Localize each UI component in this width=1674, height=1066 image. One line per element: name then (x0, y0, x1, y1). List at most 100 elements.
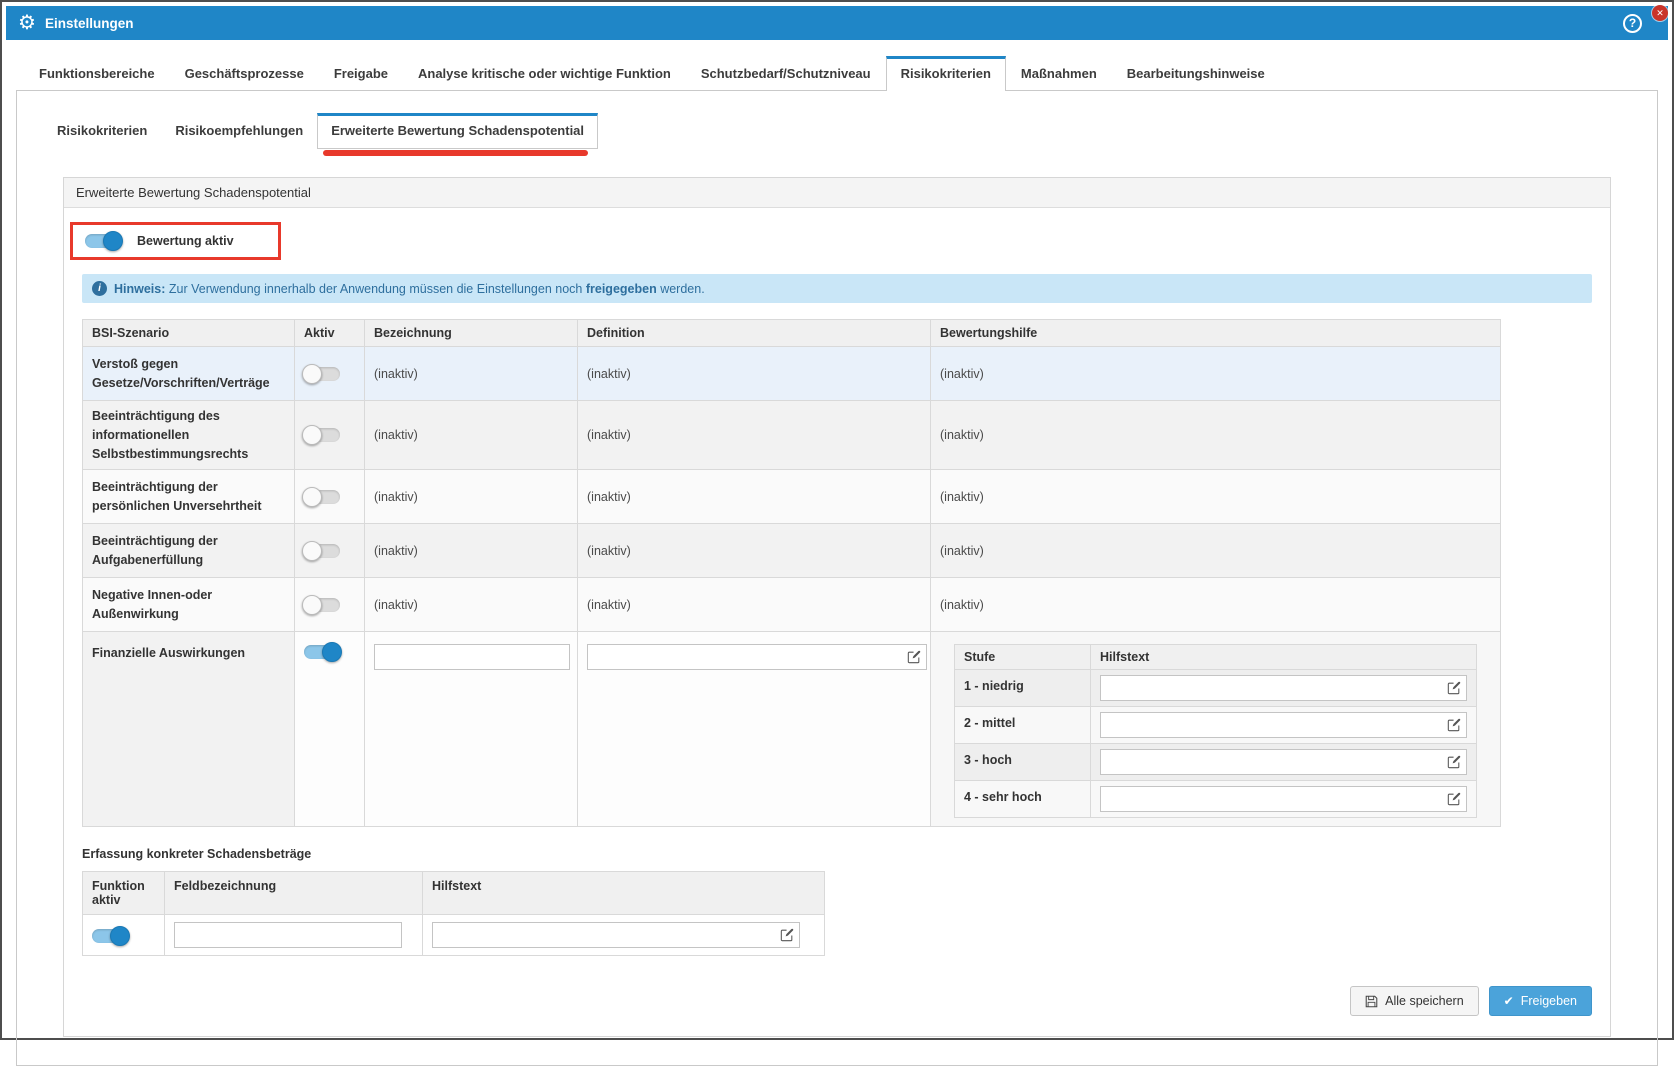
toggle-knob (322, 642, 342, 662)
levels-header: Stufe Hilfstext (955, 645, 1477, 670)
bezeichnung-cell: (inaktiv) (365, 347, 578, 401)
bezeichnung-cell: (inaktiv) (365, 578, 578, 632)
save-icon (1365, 995, 1378, 1008)
edit-icon[interactable] (1447, 792, 1461, 806)
definition-cell: (inaktiv) (578, 470, 931, 524)
edit-icon[interactable] (907, 650, 921, 664)
level-row-sehr-hoch: 4 - sehr hoch (955, 781, 1477, 818)
definition-cell: (inaktiv) (578, 524, 931, 578)
save-all-button[interactable]: Alle speichern (1350, 986, 1479, 1016)
bewertungshilfe-cell: (inaktiv) (931, 470, 1501, 524)
subtab-label: Erweiterte Bewertung Schadenspotential (331, 123, 584, 138)
scenario-row-verstoss: Verstoß gegen Gesetze/Vorschriften/Vertr… (83, 347, 1501, 401)
hilfstext-input[interactable] (432, 922, 800, 948)
damage-active-toggle[interactable] (92, 929, 128, 943)
tab-analyse-kritische-funktion[interactable]: Analyse kritische oder wichtige Funktion (403, 56, 686, 91)
level-hilfstext-input-2[interactable] (1100, 712, 1467, 738)
level-label: 1 - niedrig (955, 670, 1091, 707)
level-hilfstext-input-4[interactable] (1100, 786, 1467, 812)
header-hilfstext: Hilfstext (423, 872, 825, 915)
level-label: 2 - mittel (955, 707, 1091, 744)
hint-text: Hinweis: Zur Verwendung innerhalb der An… (114, 282, 705, 296)
tab-massnahmen[interactable]: Maßnahmen (1006, 56, 1112, 91)
subtab-risikoempfehlungen[interactable]: Risikoempfehlungen (161, 113, 317, 149)
header-bezeichnung: Bezeichnung (365, 320, 578, 347)
scenario-cell: Beeinträchtigung der persönlichen Unvers… (83, 470, 295, 524)
definition-cell: (inaktiv) (578, 347, 931, 401)
footer-actions: Alle speichern ✔ Freigeben (82, 986, 1592, 1016)
bewertungshilfe-cell: (inaktiv) (931, 347, 1501, 401)
tab-freigabe[interactable]: Freigabe (319, 56, 403, 91)
levels-table: Stufe Hilfstext 1 - niedrig (954, 644, 1477, 818)
tab-risikokriterien[interactable]: Risikokriterien (886, 56, 1006, 91)
annotation-box: Bewertung aktiv (70, 222, 281, 260)
scenario-row-unversehrtheit: Beeinträchtigung der persönlichen Unvers… (83, 470, 1501, 524)
level-row-niedrig: 1 - niedrig (955, 670, 1477, 707)
feldbezeichnung-input[interactable] (174, 922, 402, 948)
toggle-knob (103, 231, 123, 251)
damage-row (83, 915, 825, 956)
scenario-cell: Finanzielle Auswirkungen (83, 632, 295, 827)
bewertung-aktiv-toggle[interactable] (85, 234, 121, 248)
tab-geschaeftsprozesse[interactable]: Geschäftsprozesse (170, 56, 319, 91)
definition-input[interactable] (587, 644, 927, 670)
close-icon[interactable]: ✕ (1652, 5, 1668, 21)
damage-table-header: Funktion aktiv Feldbezeichnung Hilfstext (83, 872, 825, 915)
bezeichnung-cell: (inaktiv) (365, 401, 578, 470)
bezeichnung-cell (365, 632, 578, 827)
header-feldbezeichnung: Feldbezeichnung (165, 872, 423, 915)
row-active-toggle[interactable] (304, 367, 340, 381)
toggle-knob (302, 425, 322, 445)
sub-tabs: Risikokriterien Risikoempfehlungen Erwei… (43, 113, 1657, 149)
row-active-toggle[interactable] (304, 544, 340, 558)
bezeichnung-cell: (inaktiv) (365, 524, 578, 578)
header-bewertungshilfe: Bewertungshilfe (931, 320, 1501, 347)
hint-text-after: werden. (660, 282, 704, 296)
level-label: 3 - hoch (955, 744, 1091, 781)
hint-label: Hinweis: (114, 282, 165, 296)
row-active-toggle[interactable] (304, 645, 340, 659)
bewertungshilfe-cell: (inaktiv) (931, 578, 1501, 632)
header-hilfstext: Hilfstext (1091, 645, 1477, 670)
scenario-row-aufgabenerfuellung: Beeinträchtigung der Aufgabenerfüllung (… (83, 524, 1501, 578)
definition-cell: (inaktiv) (578, 401, 931, 470)
subtab-erweiterte-bewertung[interactable]: Erweiterte Bewertung Schadenspotential (317, 113, 598, 149)
save-all-label: Alle speichern (1385, 994, 1464, 1008)
help-icon[interactable]: ? (1623, 14, 1642, 33)
edit-icon[interactable] (1447, 755, 1461, 769)
bewertung-aktiv-label: Bewertung aktiv (137, 234, 234, 248)
edit-icon[interactable] (1447, 718, 1461, 732)
header-stufe: Stufe (955, 645, 1091, 670)
damage-section-title: Erfassung konkreter Schadensbeträge (82, 847, 1592, 861)
scenario-cell: Beeinträchtigung des informationellen Se… (83, 401, 295, 470)
row-active-toggle[interactable] (304, 598, 340, 612)
toggle-knob (302, 364, 322, 384)
edit-icon[interactable] (780, 928, 794, 942)
row-active-toggle[interactable] (304, 490, 340, 504)
scenario-cell: Verstoß gegen Gesetze/Vorschriften/Vertr… (83, 347, 295, 401)
header-aktiv: Aktiv (295, 320, 365, 347)
annotation-underline (323, 150, 588, 156)
tab-schutzbedarf[interactable]: Schutzbedarf/Schutzniveau (686, 56, 886, 91)
scenario-cell: Beeinträchtigung der Aufgabenerfüllung (83, 524, 295, 578)
tab-funktionsbereiche[interactable]: Funktionsbereiche (24, 56, 170, 91)
scenario-row-aussenwirkung: Negative Innen-oder Außenwirkung (inakti… (83, 578, 1501, 632)
panel-body: Bewertung aktiv i Hinweis: Zur Verwendun… (64, 208, 1610, 1036)
level-hilfstext-input-1[interactable] (1100, 675, 1467, 701)
bewertungshilfe-cell: (inaktiv) (931, 401, 1501, 470)
row-active-toggle[interactable] (304, 428, 340, 442)
level-row-hoch: 3 - hoch (955, 744, 1477, 781)
definition-cell: (inaktiv) (578, 578, 931, 632)
bezeichnung-input[interactable] (374, 644, 570, 670)
scenario-table-header: BSI-Szenario Aktiv Bezeichnung Definitio… (83, 320, 1501, 347)
toggle-knob (302, 595, 322, 615)
scenario-row-selbstbestimmung: Beeinträchtigung des informationellen Se… (83, 401, 1501, 470)
damage-table: Funktion aktiv Feldbezeichnung Hilfstext (82, 871, 825, 956)
level-hilfstext-input-3[interactable] (1100, 749, 1467, 775)
release-button[interactable]: ✔ Freigeben (1489, 986, 1592, 1016)
edit-icon[interactable] (1447, 681, 1461, 695)
subtab-risikokriterien[interactable]: Risikokriterien (43, 113, 161, 149)
tab-bearbeitungshinweise[interactable]: Bearbeitungshinweise (1112, 56, 1280, 91)
settings-window: ⚙ Einstellungen ? ✕ Funktionsbereiche Ge… (0, 0, 1674, 1040)
window-title: Einstellungen (45, 16, 134, 31)
